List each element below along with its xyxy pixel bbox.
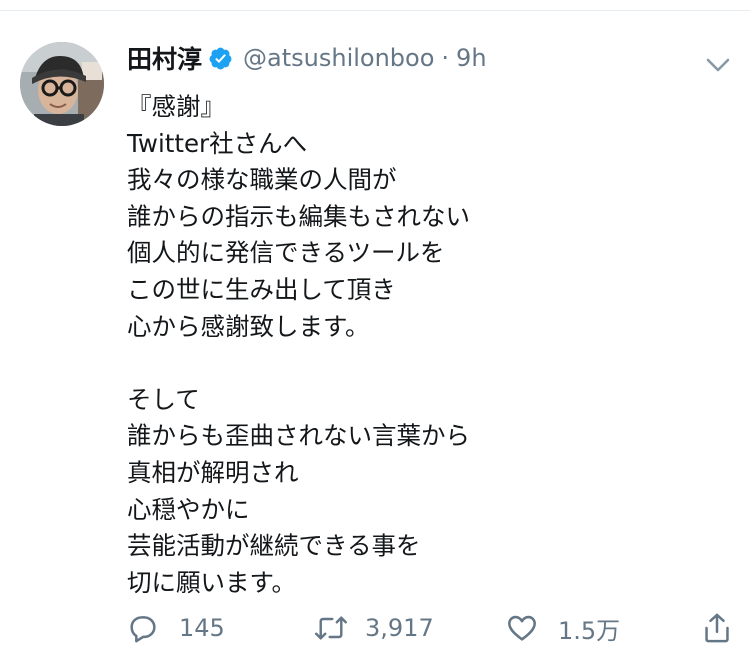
retweet-icon bbox=[313, 612, 349, 644]
tweet-line: この世に生み出して頂き bbox=[127, 274, 396, 304]
tweet-line: 我々の様な職業の人間が bbox=[127, 165, 397, 195]
reply-button[interactable]: 145 bbox=[127, 606, 225, 650]
tweet-line: Twitter社さんへ bbox=[127, 128, 308, 158]
reply-count: 145 bbox=[179, 614, 225, 642]
tweet-line: そして bbox=[127, 384, 200, 414]
separator-dot: · bbox=[441, 44, 450, 72]
tweet-text: 『感謝』 Twitter社さんへ 我々の様な職業の人間が 誰からの指示も編集もさ… bbox=[127, 89, 727, 601]
tweet-header: 田村淳 @atsushilonboo · 9h bbox=[127, 41, 487, 75]
tweet-line: 『感謝』 bbox=[127, 92, 225, 121]
avatar[interactable] bbox=[20, 42, 104, 126]
heart-icon bbox=[506, 612, 538, 644]
tweet-line: 切に願います。 bbox=[127, 567, 297, 597]
tweet-line: 真相が解明され bbox=[127, 457, 299, 487]
tweet-line: 心から感謝致します。 bbox=[127, 311, 370, 341]
tweet[interactable]: 田村淳 @atsushilonboo · 9h 『感謝』 Twitter社さんへ… bbox=[0, 11, 750, 671]
tweet-line: 芸能活動が継続できる事を bbox=[127, 531, 421, 561]
tweet-line: 心穏やかに bbox=[127, 494, 250, 524]
share-button[interactable] bbox=[701, 606, 733, 650]
tweet-line: 誰からの指示も編集もされない bbox=[127, 201, 470, 231]
tweet-line: 個人的に発信できるツールを bbox=[127, 238, 445, 268]
retweet-button[interactable]: 3,917 bbox=[313, 606, 434, 650]
reply-icon bbox=[127, 612, 159, 644]
handle[interactable]: @atsushilonboo bbox=[243, 44, 434, 72]
display-name[interactable]: 田村淳 bbox=[127, 40, 202, 76]
like-button[interactable]: 1.5万 bbox=[506, 606, 620, 650]
share-icon bbox=[701, 611, 733, 645]
more-options-chevron-down-icon[interactable] bbox=[702, 53, 734, 77]
tweet-line: 誰からも歪曲されない言葉から bbox=[127, 421, 470, 451]
retweet-count: 3,917 bbox=[365, 614, 434, 642]
like-count: 1.5万 bbox=[558, 616, 621, 645]
timestamp[interactable]: 9h bbox=[456, 44, 486, 72]
verified-badge-icon bbox=[208, 46, 233, 71]
tweet-actions: 145 3,917 1.5万 bbox=[0, 606, 750, 650]
